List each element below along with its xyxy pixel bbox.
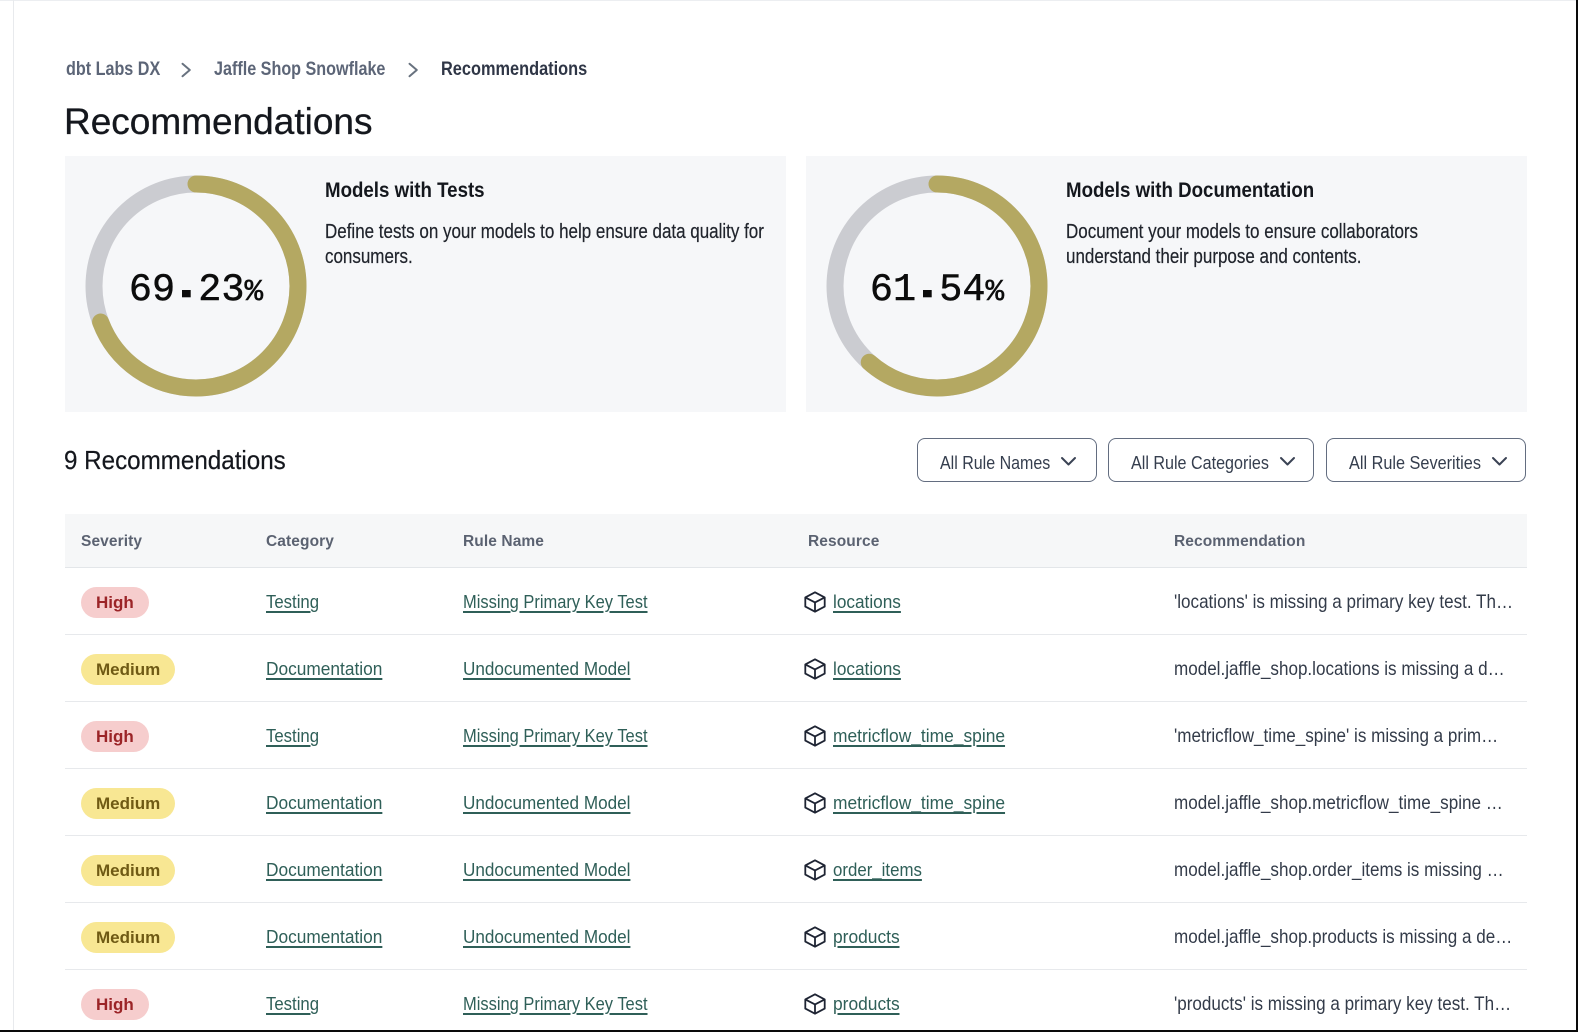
svg-text:61.54%: 61.54% bbox=[870, 268, 1005, 312]
svg-text:69.23%: 69.23% bbox=[129, 268, 264, 312]
